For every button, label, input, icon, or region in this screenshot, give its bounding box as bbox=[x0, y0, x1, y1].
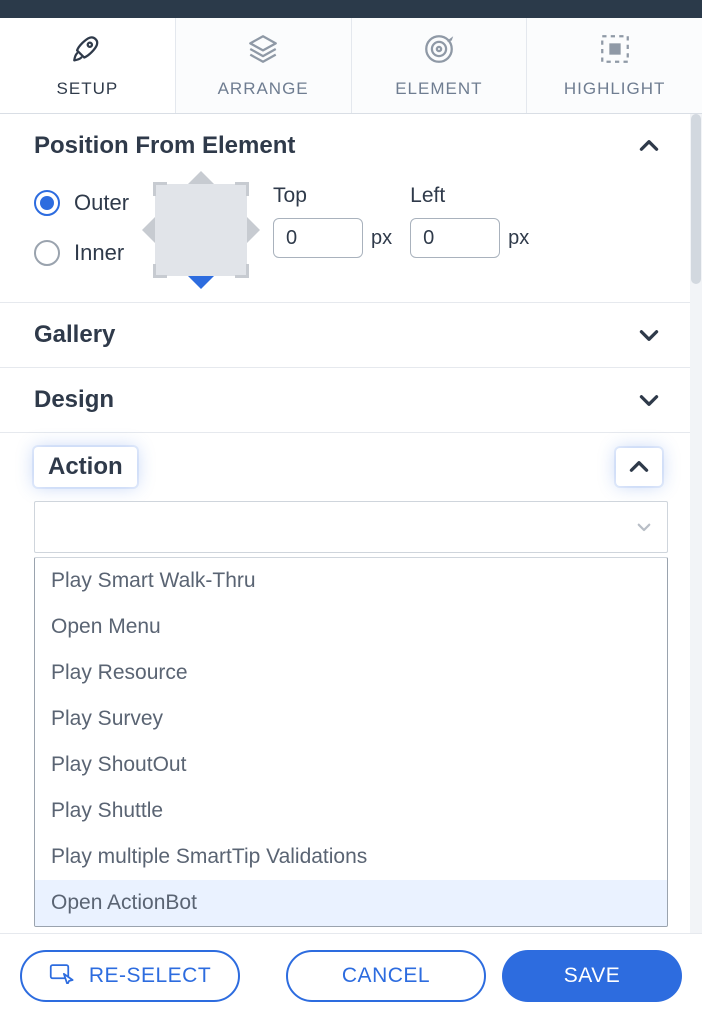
tab-highlight-label: HIGHLIGHT bbox=[564, 79, 666, 99]
tab-element-label: ELEMENT bbox=[395, 79, 482, 99]
offset-left-label: Left bbox=[410, 184, 529, 208]
chevron-down-icon bbox=[636, 322, 662, 348]
rocket-icon bbox=[70, 32, 104, 71]
reselect-label: RE-SELECT bbox=[89, 964, 211, 988]
tab-arrange-label: ARRANGE bbox=[218, 79, 309, 99]
section-gallery-title: Gallery bbox=[34, 321, 115, 349]
chevron-up-icon bbox=[626, 454, 652, 480]
chevron-down-icon bbox=[636, 387, 662, 413]
footer: RE-SELECT CANCEL SAVE bbox=[0, 933, 702, 1024]
radio-inner-circle bbox=[34, 240, 60, 266]
action-select[interactable] bbox=[34, 501, 668, 553]
save-label: SAVE bbox=[564, 964, 620, 988]
section-position-header[interactable]: Position From Element bbox=[0, 114, 702, 178]
offset-group: Top px Left px bbox=[273, 184, 529, 258]
anchor-picker[interactable] bbox=[155, 184, 247, 276]
tab-arrange[interactable]: ARRANGE bbox=[175, 18, 351, 113]
action-option[interactable]: Play Resource bbox=[35, 650, 667, 696]
anchor-left[interactable] bbox=[142, 217, 155, 243]
anchor-right[interactable] bbox=[247, 217, 260, 243]
tab-element[interactable]: ELEMENT bbox=[351, 18, 527, 113]
action-option[interactable]: Open Menu bbox=[35, 604, 667, 650]
anchor-top-left[interactable] bbox=[153, 182, 167, 196]
section-design-title: Design bbox=[34, 386, 114, 414]
anchor-top-right[interactable] bbox=[235, 182, 249, 196]
radio-inner[interactable]: Inner bbox=[34, 240, 129, 266]
radio-inner-label: Inner bbox=[74, 240, 124, 266]
offset-top: Top px bbox=[273, 184, 392, 258]
action-option[interactable]: Open ActionBot bbox=[35, 880, 667, 926]
action-option[interactable]: Play ShoutOut bbox=[35, 742, 667, 788]
scrollbar-thumb[interactable] bbox=[691, 114, 701, 284]
chevron-down-icon bbox=[635, 518, 653, 536]
offset-left: Left px bbox=[410, 184, 529, 258]
reselect-button[interactable]: RE-SELECT bbox=[20, 950, 240, 1002]
section-design-header[interactable]: Design bbox=[0, 368, 702, 432]
tab-setup[interactable]: SETUP bbox=[0, 18, 175, 113]
layers-icon bbox=[246, 32, 280, 71]
offset-top-input[interactable] bbox=[273, 218, 363, 258]
action-option[interactable]: Play multiple SmartTip Validations bbox=[35, 834, 667, 880]
section-action-title: Action bbox=[48, 453, 123, 480]
offset-left-unit: px bbox=[508, 227, 529, 250]
cancel-label: CANCEL bbox=[342, 964, 430, 988]
position-radio-group: Outer Inner bbox=[34, 184, 129, 266]
tab-setup-label: SETUP bbox=[57, 79, 119, 99]
tab-bar: SETUP ARRANGE ELEMENT HIGHLIGHT bbox=[0, 18, 702, 114]
section-position-body: Outer Inner bbox=[0, 178, 702, 302]
section-action-header[interactable]: Action bbox=[0, 433, 702, 501]
radio-outer-circle bbox=[34, 190, 60, 216]
section-position-title: Position From Element bbox=[34, 132, 295, 160]
window-title-bar bbox=[0, 0, 702, 18]
action-option[interactable]: Play Survey bbox=[35, 696, 667, 742]
radio-outer-label: Outer bbox=[74, 190, 129, 216]
section-action-body: Play Smart Walk-Thru Open Menu Play Reso… bbox=[0, 501, 702, 927]
target-icon bbox=[422, 32, 456, 71]
save-button[interactable]: SAVE bbox=[502, 950, 682, 1002]
anchor-bottom-right[interactable] bbox=[235, 264, 249, 278]
offset-top-label: Top bbox=[273, 184, 392, 208]
action-dropdown: Play Smart Walk-Thru Open Menu Play Reso… bbox=[34, 557, 668, 927]
radio-outer[interactable]: Outer bbox=[34, 190, 129, 216]
action-option[interactable]: Play Smart Walk-Thru bbox=[35, 558, 667, 604]
anchor-top[interactable] bbox=[188, 171, 214, 184]
offset-left-input[interactable] bbox=[410, 218, 500, 258]
anchor-bottom-left[interactable] bbox=[153, 264, 167, 278]
action-option[interactable]: Play Shuttle bbox=[35, 788, 667, 834]
highlight-icon bbox=[598, 32, 632, 71]
section-collapsed-header[interactable] bbox=[0, 927, 702, 933]
reselect-icon bbox=[49, 962, 77, 990]
tab-highlight[interactable]: HIGHLIGHT bbox=[526, 18, 702, 113]
chevron-up-icon bbox=[636, 133, 662, 159]
anchor-bottom[interactable] bbox=[188, 276, 214, 289]
offset-top-unit: px bbox=[371, 227, 392, 250]
section-gallery-header[interactable]: Gallery bbox=[0, 303, 702, 367]
cancel-button[interactable]: CANCEL bbox=[286, 950, 486, 1002]
content-pane: Position From Element Outer Inner bbox=[0, 114, 702, 933]
